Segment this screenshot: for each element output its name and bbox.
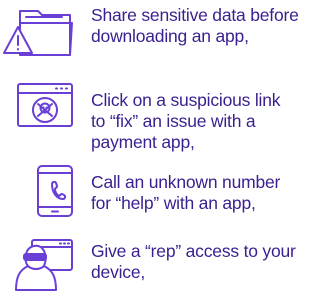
folder-warning-icon	[2, 5, 74, 59]
phone-call-icon	[35, 164, 75, 218]
hacker-device-icon	[10, 236, 74, 292]
item-text: Click on a suspicious link to “fix” an i…	[91, 90, 281, 152]
risk-list: Share sensitive data before downloading …	[0, 0, 329, 292]
item-text: Share sensitive data before downloading …	[91, 5, 299, 46]
item-text: Give a “rep” access to your device,	[91, 241, 296, 282]
item-text: Call an unknown number for “help” with a…	[91, 172, 281, 213]
browser-danger-icon	[16, 82, 74, 128]
